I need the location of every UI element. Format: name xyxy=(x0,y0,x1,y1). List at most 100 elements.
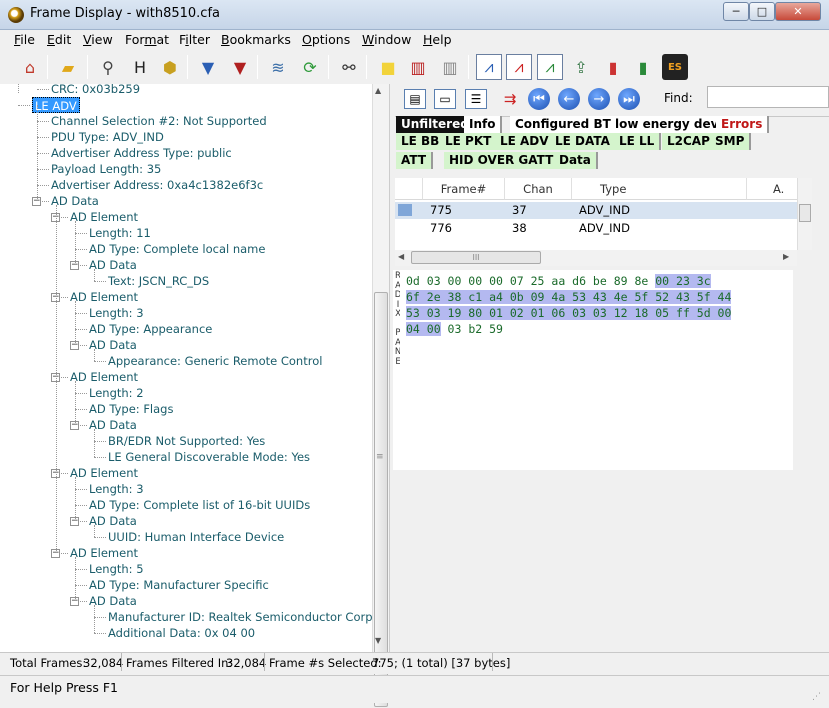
tree-node[interactable]: AD Element xyxy=(70,465,138,481)
es-icon[interactable]: ES xyxy=(662,54,688,80)
menu-bookmarks[interactable]: Bookmarks xyxy=(221,32,291,47)
tree-node[interactable]: AD Data xyxy=(89,257,137,273)
tree-node[interactable]: AD Element xyxy=(70,369,138,385)
scroll-right-icon[interactable]: ▶ xyxy=(783,252,789,261)
tree-node[interactable]: AD Data xyxy=(89,593,137,609)
chart-green-icon[interactable]: ⩘ xyxy=(537,54,563,80)
database-icon[interactable]: ⬢ xyxy=(157,54,183,80)
prev-frame-icon[interactable]: ← xyxy=(558,88,580,110)
layers-icon[interactable]: ≋ xyxy=(265,54,291,80)
tree-node[interactable]: AD Element xyxy=(70,209,138,225)
hex-row[interactable]: 6f 2e 38 c1 a4 0b 09 4a 53 43 4e 5f 52 4… xyxy=(406,289,732,305)
hex-columns-icon[interactable]: H xyxy=(127,54,153,80)
frame-list-hscrollbar[interactable]: ◀ III ▶ xyxy=(395,250,797,266)
open-folder-icon[interactable]: ▰ xyxy=(55,54,81,80)
next-frame-icon[interactable]: → xyxy=(588,88,610,110)
scroll-left-icon[interactable]: ◀ xyxy=(398,252,404,261)
tree-node[interactable]: AD Data xyxy=(89,513,137,529)
hex-row[interactable]: 04 00 03 b2 59 xyxy=(406,321,503,337)
menu-help[interactable]: Help xyxy=(423,32,452,47)
tree-node[interactable]: AD Data xyxy=(51,193,99,209)
menu-options[interactable]: Options xyxy=(302,32,350,47)
pane-layout-3-icon[interactable]: ☰ xyxy=(465,89,487,109)
scroll-down-icon[interactable]: ▼ xyxy=(375,636,387,646)
tree-node[interactable]: AD Element xyxy=(70,545,138,561)
tree-node[interactable]: AD Type: Manufacturer Specific xyxy=(89,577,269,593)
decode-tree-scrollbar[interactable]: ▲ ≡ ▼ xyxy=(372,84,389,707)
binoculars-icon[interactable]: ⚯ xyxy=(336,54,362,80)
tab-errors[interactable]: Errors xyxy=(716,116,770,133)
home-icon[interactable]: ⌂ xyxy=(17,54,43,80)
tree-node[interactable]: Length: 11 xyxy=(89,225,151,241)
tab-data[interactable]: Data xyxy=(554,152,598,169)
tree-node[interactable]: PDU Type: ADV_IND xyxy=(51,129,164,145)
hex-row[interactable]: 0d 03 00 00 00 07 25 aa d6 be 89 8e 00 2… xyxy=(406,273,711,289)
close-button[interactable]: ✕ xyxy=(775,2,821,21)
bar-chart-icon[interactable]: ▮ xyxy=(600,54,626,80)
frame-list-scroll-thumb[interactable] xyxy=(799,204,811,222)
maximize-button[interactable]: □ xyxy=(749,2,775,21)
menu-window[interactable]: Window xyxy=(362,32,411,47)
tab-hid-over-gatt[interactable]: HID OVER GATT xyxy=(444,152,561,169)
filter-icon[interactable]: ▼ xyxy=(195,54,221,80)
frame-row[interactable]: 775 37 ADV_IND xyxy=(395,202,797,219)
tab-smp[interactable]: SMP xyxy=(710,133,752,150)
first-frame-icon[interactable]: ⏮ xyxy=(528,88,550,110)
column-header-address[interactable]: A. xyxy=(747,178,797,200)
menu-edit[interactable]: Edit xyxy=(47,32,71,47)
tree-node[interactable]: Appearance: Generic Remote Control xyxy=(108,353,322,369)
tree-node[interactable]: CRC: 0x03b259 xyxy=(51,84,140,97)
note-icon[interactable]: ■ xyxy=(375,54,401,80)
tree-node[interactable]: Manufacturer ID: Realtek Semiconductor C… xyxy=(108,609,372,625)
scroll-up-icon[interactable]: ▲ xyxy=(375,86,387,96)
tab-l2cap[interactable]: L2CAP xyxy=(662,133,717,150)
magnifier-icon[interactable]: ⚲ xyxy=(95,54,121,80)
resize-grip-icon[interactable]: ⋰ xyxy=(812,686,821,708)
tree-node[interactable]: UUID: Human Interface Device xyxy=(108,529,284,545)
tree-node[interactable]: Text: JSCN_RC_DS xyxy=(108,273,209,289)
tree-node[interactable]: Length: 3 xyxy=(89,305,144,321)
find-input[interactable] xyxy=(707,86,829,108)
tab-le-adv[interactable]: LE ADV xyxy=(495,133,556,150)
tab-info[interactable]: Info xyxy=(464,116,503,133)
tree-node[interactable]: Channel Selection #2: Not Supported xyxy=(51,113,267,129)
column-header-chan[interactable]: Chan xyxy=(505,178,572,200)
tree-node[interactable]: Length: 3 xyxy=(89,481,144,497)
pane-layout-1-icon[interactable]: ▤ xyxy=(404,89,426,109)
tree-node[interactable]: AD Type: Appearance xyxy=(89,321,212,337)
pane-layout-2-icon[interactable]: ▭ xyxy=(434,89,456,109)
tree-node[interactable]: Length: 5 xyxy=(89,561,144,577)
tree-node[interactable]: AD Element xyxy=(70,289,138,305)
tree-node[interactable]: AD Data xyxy=(89,417,137,433)
hex-row[interactable]: 53 03 19 80 01 02 01 06 03 03 12 18 05 f… xyxy=(406,305,732,321)
tab-le-data[interactable]: LE DATA xyxy=(550,133,617,150)
refresh-icon[interactable]: ⟳ xyxy=(297,54,323,80)
tree-node[interactable]: Additional Data: 0x 04 00 xyxy=(108,625,255,641)
tree-node[interactable]: Length: 2 xyxy=(89,385,144,401)
menu-view[interactable]: View xyxy=(83,32,113,47)
tab-att[interactable]: ATT xyxy=(396,152,434,169)
tree-node[interactable]: Advertiser Address Type: public xyxy=(51,145,232,161)
filter-down-icon[interactable]: ▼ xyxy=(227,54,253,80)
tree-node[interactable]: LE General Discoverable Mode: Yes xyxy=(108,449,310,465)
tab-le-ll[interactable]: LE LL xyxy=(614,133,662,150)
hscroll-thumb[interactable]: III xyxy=(411,251,541,264)
frame-list-scrollbar[interactable] xyxy=(797,178,812,250)
jump-icon[interactable]: ⇉ xyxy=(498,87,522,111)
book-open-red-icon[interactable]: ▥ xyxy=(405,54,431,80)
chart-blue-icon[interactable]: ⩘ xyxy=(476,54,502,80)
menu-filter[interactable]: Filter xyxy=(179,32,210,47)
tree-node[interactable]: AD Data xyxy=(89,337,137,353)
export-icon[interactable]: ⇪ xyxy=(568,54,594,80)
tab-le-bb[interactable]: LE BB xyxy=(396,133,447,150)
tree-node[interactable]: LE ADV xyxy=(32,97,80,113)
minimize-button[interactable]: ─ xyxy=(723,2,749,21)
menu-format[interactable]: Format xyxy=(125,32,169,47)
last-frame-icon[interactable]: ⏭ xyxy=(618,88,640,110)
column-header-type[interactable]: Type xyxy=(572,178,747,200)
tree-node[interactable]: AD Type: Complete local name xyxy=(89,241,265,257)
chart-red-icon[interactable]: ⩘ xyxy=(506,54,532,80)
column-header-frame[interactable]: Frame# xyxy=(423,178,505,200)
tree-node[interactable]: BR/EDR Not Supported: Yes xyxy=(108,433,265,449)
tab-le-pkt[interactable]: LE PKT xyxy=(440,133,499,150)
